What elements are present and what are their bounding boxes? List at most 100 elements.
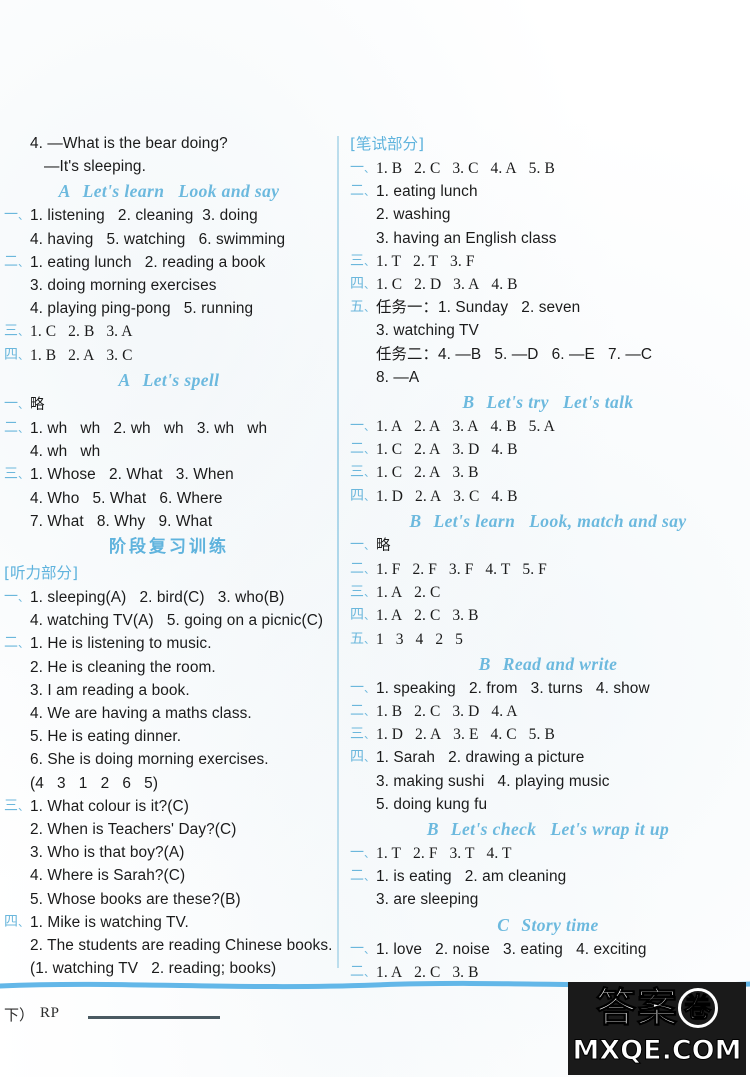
heading-tag: A [58, 181, 71, 202]
answer-text: 1. D 2. A 3. C 4. B [376, 487, 518, 505]
answer-text: 1. A 2. C 3. B [376, 607, 479, 625]
heading-part: Read and write [502, 653, 618, 674]
answer-text: (4 3 1 2 6 5) [30, 774, 159, 792]
answer-text: 1. T 2. F 3. T 4. T [376, 845, 512, 863]
question-number-marker: 二、 [4, 253, 29, 270]
answer-line: 5. Whose books are these?(B) [4, 888, 334, 911]
answer-text: 任务一：1. Sunday 2. seven [376, 299, 581, 317]
answer-line: 4. Who 5. What 6. Where [4, 487, 334, 510]
question-number-marker: 一、 [350, 679, 375, 696]
answer-group: 二、 1. is eating 2. am cleaning [350, 865, 746, 888]
answer-text: 1. wh wh 2. wh wh 3. wh wh [30, 420, 268, 438]
answer-text: 3. watching TV [376, 322, 479, 340]
answer-group: 一、 1. speaking 2. from 3. turns 4. show [350, 677, 746, 700]
answer-text: 4. We are having a maths class. [30, 705, 252, 723]
answer-text: 5. doing kung fu [376, 795, 488, 813]
answer-group: 四、 1. B 2. A 3. C [4, 344, 334, 367]
answer-text: 5. Whose books are these?(B) [30, 890, 241, 908]
answer-text: 1. listening 2. cleaning 3. doing [30, 207, 258, 225]
answer-group: 一、 1. sleeping(A) 2. bird(C) 3. who(B) [4, 586, 334, 609]
watermark-chinese-label: 答案 [596, 985, 678, 1032]
answer-line: 4. having 5. watching 6. swimming [4, 228, 334, 251]
answer-text: 1. B 2. A 3. C [30, 346, 133, 364]
question-number-marker: 一、 [350, 940, 375, 957]
question-number-marker: 四、 [350, 749, 375, 766]
answer-line: —It's sleeping. [44, 158, 146, 176]
answer-text: 1. eating lunch 2. reading a book [30, 253, 266, 271]
answer-text: 1. He is listening to music. [30, 635, 212, 653]
question-number-marker: 三、 [350, 584, 375, 601]
answer-group: 二、 1. eating lunch [350, 180, 746, 203]
answer-group: 三、 1. T 2. T 3. F [350, 250, 746, 273]
heading-tag: B [426, 819, 439, 840]
answer-text: (1. watching TV 2. reading; books) [30, 960, 277, 978]
answer-group: 二、 1. eating lunch 2. reading a book [4, 251, 334, 274]
answer-line: 4. watching TV(A) 5. going on a picnic(C… [4, 609, 334, 632]
answer-line: 3. are sleeping [350, 888, 746, 911]
answer-line: (4 3 1 2 6 5) [4, 772, 334, 795]
answer-text: 4. having 5. watching 6. swimming [30, 230, 286, 248]
answer-text: 6. She is doing morning exercises. [30, 751, 269, 769]
heading-tag: A [118, 369, 131, 390]
heading-part: Let's learn [82, 181, 165, 202]
section-heading: B Let's try Let's talk [350, 389, 746, 415]
answer-line: 7. What 8. Why 9. What [4, 510, 334, 533]
section-heading: C Story time [350, 912, 746, 938]
question-number-marker: 四、 [350, 487, 375, 504]
heading-part: Let's talk [562, 392, 634, 413]
answer-group: 一、 1. A 2. A 3. A 4. B 5. A [350, 415, 746, 438]
question-number-marker: 五、 [350, 299, 375, 316]
site-watermark: 答案卷 MXQE.COM [568, 982, 746, 1075]
watermark-circled-char: 卷 [678, 988, 718, 1028]
footer-rule [88, 1016, 220, 1019]
answer-group: 五、 1 3 4 2 5 [350, 628, 746, 651]
answer-text: 1. A 2. A 3. A 4. B 5. A [376, 418, 555, 436]
question-number-marker: 一、 [350, 418, 375, 435]
question-number-marker: 三、 [4, 466, 29, 483]
answer-text: 1. B 2. C 3. D 4. A [376, 703, 518, 721]
answer-text: 1. C 2. A 3. D 4. B [376, 441, 518, 459]
answer-text: 2. washing [376, 206, 451, 224]
answer-text: 4. Who 5. What 6. Where [30, 489, 223, 507]
answer-text: 1. C 2. B 3. A [30, 323, 133, 341]
section-heading: B Let's check Let's wrap it up [350, 816, 746, 842]
heading-part: Let's spell [142, 369, 220, 390]
answer-text: 3. Who is that boy?(A) [30, 844, 185, 862]
section-heading: A Let's learn Look and say [4, 178, 334, 204]
answer-line: 4. playing ping-pong 5. running [4, 297, 334, 320]
answer-text: 4. watching TV(A) 5. going on a picnic(C… [30, 612, 324, 630]
answer-line: 2. washing [350, 203, 746, 226]
question-number-marker: 四、 [4, 346, 29, 363]
question-number-marker: 二、 [350, 703, 375, 720]
answer-group: 四、 1. Mike is watching TV. [4, 911, 334, 934]
question-number-marker: 三、 [4, 323, 29, 340]
footer-page-label: 下） [4, 1008, 35, 1024]
answer-group: 一、 1. B 2. C 3. C 4. A 5. B [350, 157, 746, 180]
heading-part: Let's learn [433, 510, 516, 531]
answer-text: 任务二：4. —B 5. —D 6. —E 7. —C [376, 345, 653, 363]
answer-group: 一、 1. love 2. noise 3. eating 4. exciting [350, 938, 746, 961]
answer-group: 一、略 [350, 534, 746, 558]
left-column: 4. —What is the bear doing? —It's sleepin… [4, 132, 334, 981]
answer-line: 3. Who is that boy?(A) [4, 841, 334, 864]
heading-part: Let's wrap it up [550, 819, 670, 840]
section-heading: B Let's learn Look, match and say [350, 508, 746, 534]
answer-key-columns: 4. —What is the bear doing? —It's sleepin… [0, 132, 750, 981]
answer-line: 3. I am reading a book. [4, 679, 334, 702]
answer-group: 二、 1. F 2. F 3. F 4. T 5. F [350, 558, 746, 581]
section-heading: A Let's spell [4, 367, 334, 393]
answer-text: 1. eating lunch [376, 183, 478, 201]
answer-group: 二、 1. C 2. A 3. D 4. B [350, 438, 746, 461]
answer-text: 1. T 2. T 3. F [376, 252, 475, 270]
answer-line: 3. making sushi 4. playing music [350, 770, 746, 793]
answer-text: 1. What colour is it?(C) [30, 797, 189, 815]
answer-group: 五、 任务一：1. Sunday 2. seven [350, 296, 746, 319]
question-number-marker: 二、 [4, 635, 29, 652]
answer-text: 2. The students are reading Chinese book… [30, 937, 333, 955]
part-label: [听力部分] [4, 564, 79, 583]
answer-group: 一、略 [4, 393, 334, 417]
heading-tag: B [462, 392, 475, 413]
right-column: [笔试部分] 一、 1. B 2. C 3. C 4. A 5. B 二、 1. eat… [350, 132, 746, 984]
heading-part: Story time [521, 914, 599, 935]
answer-text: 略 [30, 396, 45, 413]
